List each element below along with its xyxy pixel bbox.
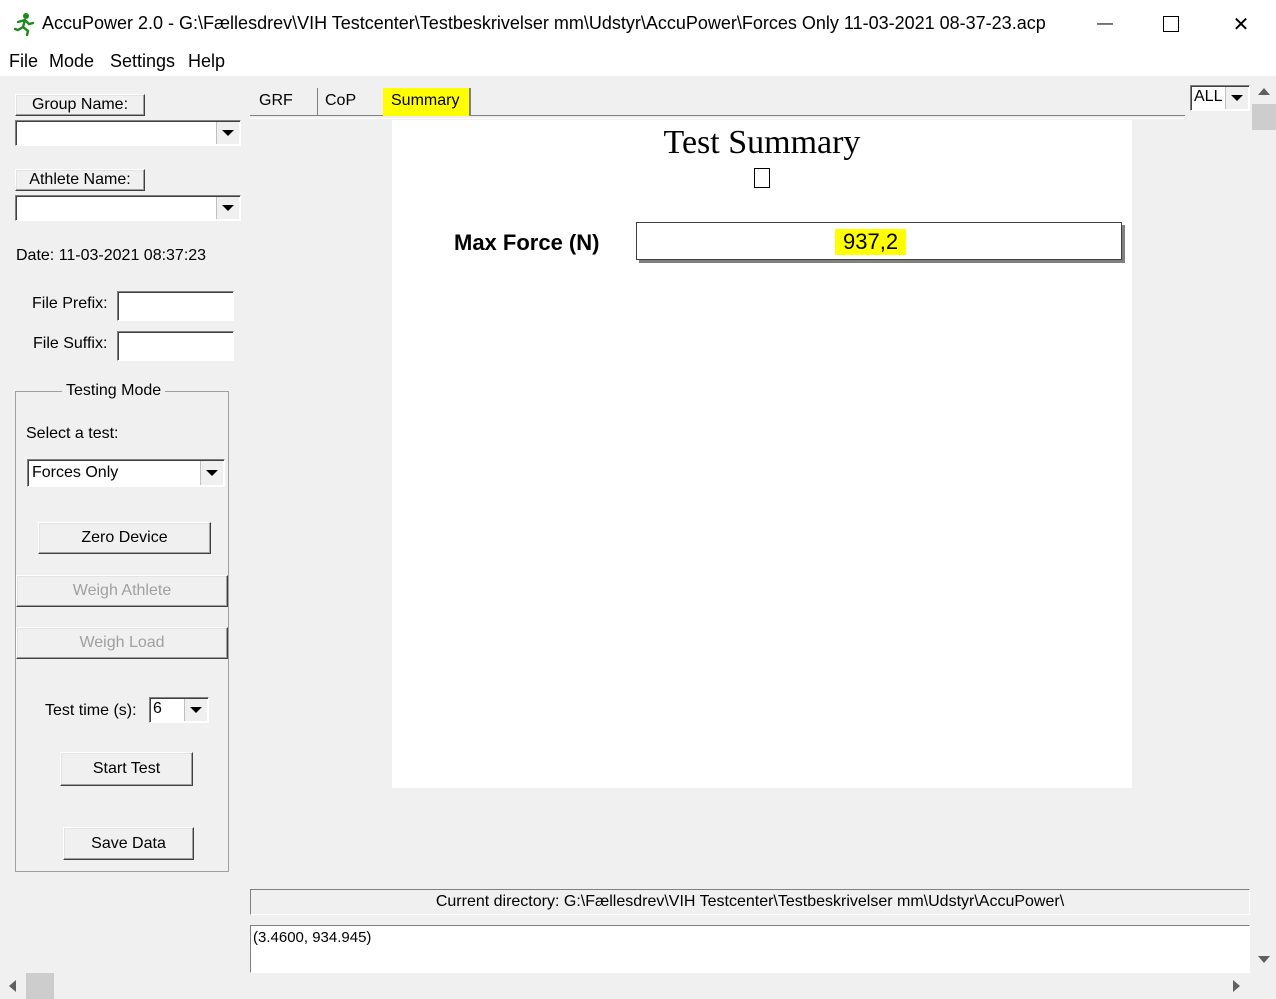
weigh-load-button[interactable]: Weigh Load bbox=[16, 627, 228, 659]
chevron-down-icon[interactable] bbox=[216, 197, 239, 219]
close-button[interactable]: ✕ bbox=[1218, 0, 1264, 48]
tab-summary[interactable]: Summary bbox=[383, 88, 471, 116]
menu-help[interactable]: Help bbox=[188, 51, 225, 72]
file-suffix-input[interactable] bbox=[117, 331, 234, 361]
scroll-up-icon[interactable] bbox=[1258, 88, 1270, 95]
select-test-value: Forces Only bbox=[32, 464, 119, 481]
scroll-down-icon[interactable] bbox=[1258, 956, 1270, 963]
tab-divider bbox=[317, 88, 318, 116]
view-select[interactable]: ALL bbox=[1190, 85, 1250, 111]
close-icon: ✕ bbox=[1232, 13, 1250, 36]
file-suffix-label: File Suffix: bbox=[33, 335, 108, 352]
title-bar: AccuPower 2.0 - G:\Fællesdrev\VIH Testce… bbox=[0, 0, 1276, 48]
summary-title: Test Summary bbox=[663, 124, 861, 161]
summary-checkbox[interactable] bbox=[754, 168, 770, 188]
test-time-value: 6 bbox=[153, 700, 162, 717]
test-time-label: Test time (s): bbox=[45, 702, 137, 719]
group-name-select[interactable] bbox=[15, 120, 241, 146]
maximize-icon bbox=[1163, 16, 1179, 32]
select-test-dropdown[interactable]: Forces Only bbox=[27, 459, 225, 487]
menu-settings[interactable]: Settings bbox=[110, 51, 175, 72]
chevron-down-icon[interactable] bbox=[184, 699, 207, 721]
view-select-value: ALL bbox=[1194, 88, 1223, 105]
zero-device-button[interactable]: Zero Device bbox=[38, 522, 211, 554]
save-data-button[interactable]: Save Data bbox=[63, 827, 194, 860]
maximize-button[interactable] bbox=[1148, 0, 1194, 48]
chevron-down-icon[interactable] bbox=[1225, 87, 1248, 109]
summary-panel: Test Summary Max Force (N) 937,2 bbox=[392, 120, 1132, 788]
window-title: AccuPower 2.0 - G:\Fællesdrev\VIH Testce… bbox=[42, 13, 1046, 33]
max-force-box: 937,2 bbox=[636, 222, 1122, 260]
coordinate-readout: (3.4600, 934.945) bbox=[250, 925, 1250, 973]
scroll-right-icon[interactable] bbox=[1233, 980, 1240, 992]
chevron-down-icon[interactable] bbox=[200, 461, 223, 485]
start-test-button[interactable]: Start Test bbox=[60, 752, 193, 786]
menu-bar: File Mode Settings Help bbox=[0, 48, 1276, 76]
max-force-value: 937,2 bbox=[835, 229, 907, 255]
athlete-name-button[interactable]: Athlete Name: bbox=[15, 169, 145, 191]
horizontal-scroll-thumb[interactable] bbox=[26, 973, 54, 999]
tab-grf[interactable]: GRF bbox=[259, 88, 293, 116]
tab-cop[interactable]: CoP bbox=[325, 88, 356, 116]
testing-mode-title: Testing Mode bbox=[62, 382, 166, 400]
vertical-scroll-thumb[interactable] bbox=[1252, 104, 1276, 130]
chevron-down-icon[interactable] bbox=[216, 122, 239, 144]
app-icon bbox=[12, 12, 36, 37]
athlete-name-select[interactable] bbox=[15, 195, 241, 221]
group-name-button[interactable]: Group Name: bbox=[15, 94, 145, 116]
minimize-icon: — bbox=[1097, 15, 1113, 32]
menu-file[interactable]: File bbox=[9, 51, 38, 72]
weigh-athlete-button[interactable]: Weigh Athlete bbox=[16, 575, 228, 607]
max-force-label: Max Force (N) bbox=[454, 230, 600, 255]
horizontal-scrollbar[interactable] bbox=[0, 973, 1252, 999]
scroll-left-icon[interactable] bbox=[9, 980, 16, 992]
file-prefix-input[interactable] bbox=[117, 291, 234, 321]
vertical-scrollbar[interactable] bbox=[1252, 82, 1276, 972]
current-directory-bar: Current directory: G:\Fællesdrev\VIH Tes… bbox=[250, 889, 1250, 915]
minimize-button[interactable]: — bbox=[1082, 0, 1128, 48]
file-prefix-label: File Prefix: bbox=[32, 295, 108, 312]
test-time-select[interactable]: 6 bbox=[149, 697, 209, 723]
menu-mode[interactable]: Mode bbox=[49, 51, 94, 72]
date-label: Date: 11-03-2021 08:37:23 bbox=[16, 247, 207, 264]
select-test-label: Select a test: bbox=[26, 425, 119, 442]
